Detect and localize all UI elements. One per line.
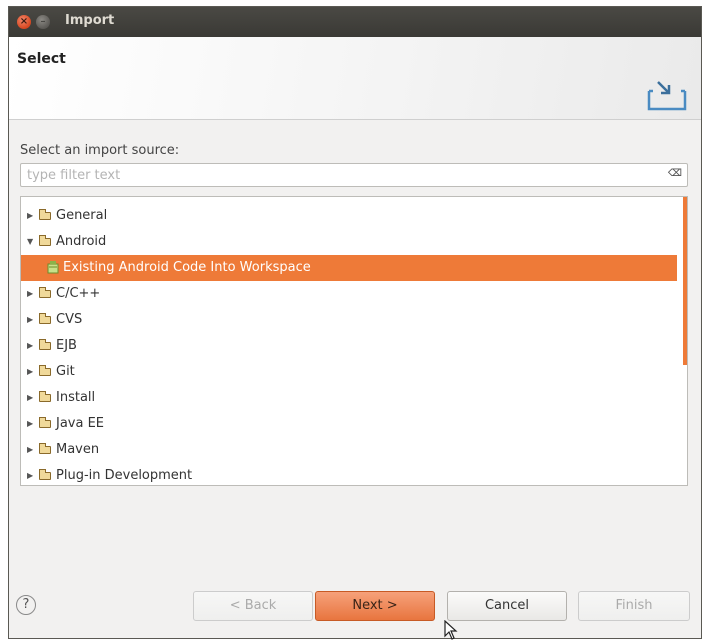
collapsed-arrow-icon[interactable]: ▶ (27, 307, 33, 333)
folder-icon (39, 443, 51, 454)
folder-icon (39, 417, 51, 428)
tree-item[interactable]: ▶ Install (21, 385, 677, 411)
button-bar: ? < Back Next > Cancel Finish (0, 585, 710, 625)
tree-item-label: Existing Android Code Into Workspace (63, 260, 311, 275)
wizard-banner: Select (9, 37, 701, 120)
collapsed-arrow-icon[interactable]: ▶ (27, 411, 33, 437)
collapsed-arrow-icon[interactable]: ▶ (27, 437, 33, 463)
folder-icon (39, 469, 51, 480)
import-source-tree: ▶ General ▼ Android Existing Android Code In… (20, 196, 688, 486)
tree-item-label: Plug-in Development (56, 468, 193, 483)
tree-item-label: CVS (56, 312, 83, 327)
collapsed-arrow-icon[interactable]: ▶ (27, 385, 33, 411)
tree-item-label: Git (56, 364, 75, 379)
scrollbar[interactable] (683, 197, 687, 365)
mouse-cursor-icon (444, 620, 458, 640)
tree-item-label: EJB (56, 338, 77, 353)
tree-item-label: Maven (56, 442, 100, 457)
android-project-icon (47, 261, 59, 274)
expanded-arrow-icon[interactable]: ▼ (27, 229, 33, 255)
folder-icon (39, 209, 51, 220)
tree-item[interactable]: Existing Android Code Into Workspace (21, 255, 677, 281)
folder-icon (39, 365, 51, 376)
collapsed-arrow-icon[interactable]: ▶ (27, 463, 33, 485)
filter-input[interactable] (21, 164, 653, 186)
back-button[interactable]: < Back (193, 591, 313, 621)
tree-item[interactable]: ▼ Android (21, 229, 677, 255)
tree-item[interactable]: ▶ Plug-in Development (21, 463, 677, 485)
next-button[interactable]: Next > (315, 591, 435, 621)
tree-item[interactable]: ▶ General (21, 203, 677, 229)
import-icon (647, 81, 687, 111)
tree-item-label: Java EE (56, 416, 105, 431)
tree-item[interactable]: ▶ Maven (21, 437, 677, 463)
minimize-icon[interactable]: – (36, 15, 50, 29)
cancel-button[interactable]: Cancel (447, 591, 567, 621)
tree-item[interactable]: ▶ CVS (21, 307, 677, 333)
collapsed-arrow-icon[interactable]: ▶ (27, 359, 33, 385)
tree-item-label: General (56, 208, 108, 223)
window-title: Import (65, 13, 115, 28)
folder-icon (39, 339, 51, 350)
finish-button[interactable]: Finish (578, 591, 690, 621)
folder-icon (39, 313, 51, 324)
tree-item[interactable]: ▶ Git (21, 359, 677, 385)
folder-icon (39, 287, 51, 298)
close-icon[interactable]: × (17, 15, 31, 29)
filter-field: ⌫ (20, 163, 688, 187)
import-source-label: Select an import source: (20, 143, 180, 158)
tree-item[interactable]: ▶ EJB (21, 333, 677, 359)
page-title: Select (17, 51, 66, 67)
collapsed-arrow-icon[interactable]: ▶ (27, 281, 33, 307)
collapsed-arrow-icon[interactable]: ▶ (27, 203, 33, 229)
help-icon[interactable]: ? (16, 595, 36, 615)
tree-item-label: Android (56, 234, 107, 249)
folder-icon (39, 391, 51, 402)
tree-item[interactable]: ▶ C/C++ (21, 281, 677, 307)
clear-filter-icon[interactable]: ⌫ (668, 168, 682, 179)
tree-item-label: C/C++ (56, 286, 101, 301)
tree-item-label: Install (56, 390, 96, 405)
collapsed-arrow-icon[interactable]: ▶ (27, 333, 33, 359)
folder-icon (39, 235, 51, 246)
title-bar: × – Import (9, 7, 701, 37)
tree-item[interactable]: ▶ Java EE (21, 411, 677, 437)
